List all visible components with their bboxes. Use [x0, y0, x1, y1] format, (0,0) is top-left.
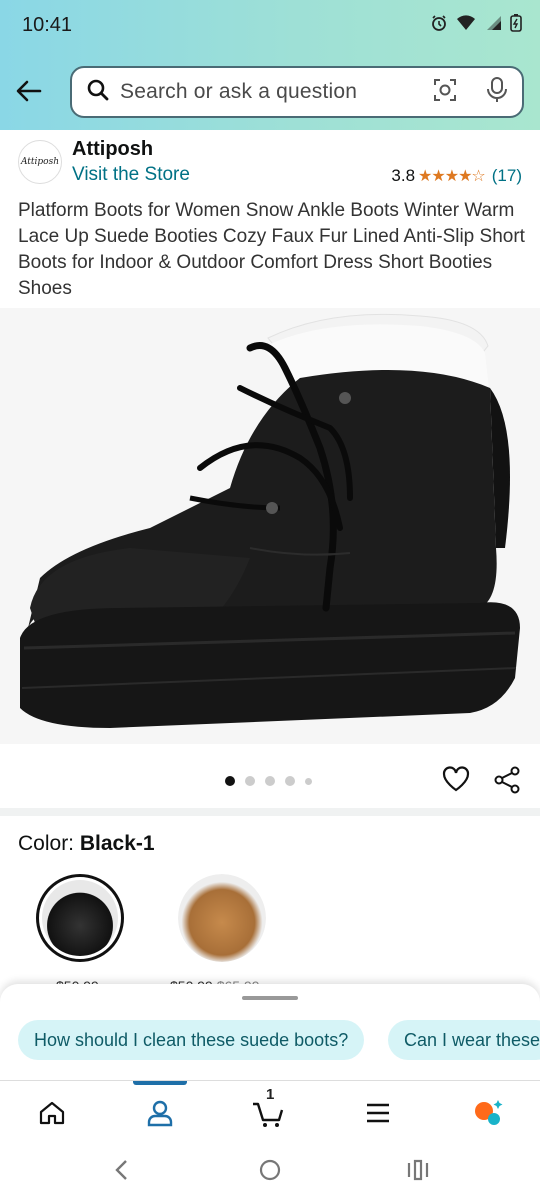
gallery-dot[interactable]	[265, 776, 275, 786]
header: 10:41 Search or ask a question	[0, 0, 540, 130]
back-arrow-icon[interactable]	[14, 76, 44, 106]
brand-name: Attiposh	[72, 138, 154, 160]
color-label: Color: Black-1	[18, 832, 155, 856]
system-home-icon[interactable]	[258, 1158, 282, 1187]
wifi-icon	[456, 15, 476, 36]
sheet-handle[interactable]	[242, 996, 298, 1000]
brand-logo[interactable]: Attiposh	[18, 140, 62, 184]
gallery-dot[interactable]	[225, 776, 235, 786]
alarm-icon	[430, 14, 448, 37]
gallery-dot[interactable]	[305, 777, 312, 785]
menu-icon[interactable]	[360, 1097, 396, 1129]
account-icon[interactable]	[142, 1097, 178, 1129]
system-nav-bar	[0, 1142, 540, 1200]
brand-row: Attiposh Attiposh Visit the Store 3.8 ★★…	[18, 138, 522, 190]
visit-store-link[interactable]: Visit the Store	[72, 164, 190, 186]
system-recents-icon[interactable]	[406, 1158, 430, 1187]
search-bar[interactable]: Search or ask a question	[70, 66, 524, 118]
signal-icon	[484, 15, 502, 36]
search-input[interactable]: Search or ask a question	[120, 80, 432, 104]
gallery-controls	[0, 748, 540, 808]
color-swatch-brown[interactable]	[178, 874, 266, 962]
rating-value: 3.8	[391, 166, 416, 185]
camera-lens-icon[interactable]	[432, 77, 458, 108]
status-time: 10:41	[22, 14, 73, 36]
gallery-dot[interactable]	[285, 776, 295, 786]
rating-count[interactable]: (17)	[492, 166, 522, 186]
product-title: Platform Boots for Women Snow Ankle Boot…	[18, 200, 525, 299]
suggestion-chip[interactable]: How should I clean these suede boots?	[18, 1020, 365, 1060]
divider	[0, 808, 540, 816]
suggestion-chip[interactable]: Can I wear these	[388, 1020, 540, 1060]
home-icon[interactable]	[34, 1097, 70, 1129]
gallery-dots[interactable]	[225, 776, 312, 786]
rufus-suggestions-sheet: How should I clean these suede boots? Ca…	[0, 984, 540, 1084]
status-icons	[430, 14, 522, 37]
color-selected: Black-1	[79, 832, 155, 855]
system-back-icon[interactable]	[112, 1158, 130, 1187]
rating[interactable]: 3.8 ★★★★☆ (17)	[391, 166, 522, 186]
color-swatch-black[interactable]	[36, 874, 124, 962]
rating-stars: ★★★★☆	[418, 168, 486, 185]
heart-icon[interactable]	[442, 766, 470, 797]
microphone-icon[interactable]	[486, 76, 508, 109]
boot-image	[0, 308, 540, 744]
color-label-prefix: Color:	[18, 832, 80, 855]
gallery-dot[interactable]	[245, 776, 255, 786]
battery-icon	[510, 14, 522, 37]
share-icon[interactable]	[493, 766, 521, 799]
cart-count: 1	[266, 1086, 275, 1103]
rufus-icon[interactable]	[470, 1097, 506, 1129]
nav-active-indicator	[133, 1081, 187, 1085]
product-image[interactable]	[0, 308, 540, 744]
search-icon	[86, 78, 110, 107]
